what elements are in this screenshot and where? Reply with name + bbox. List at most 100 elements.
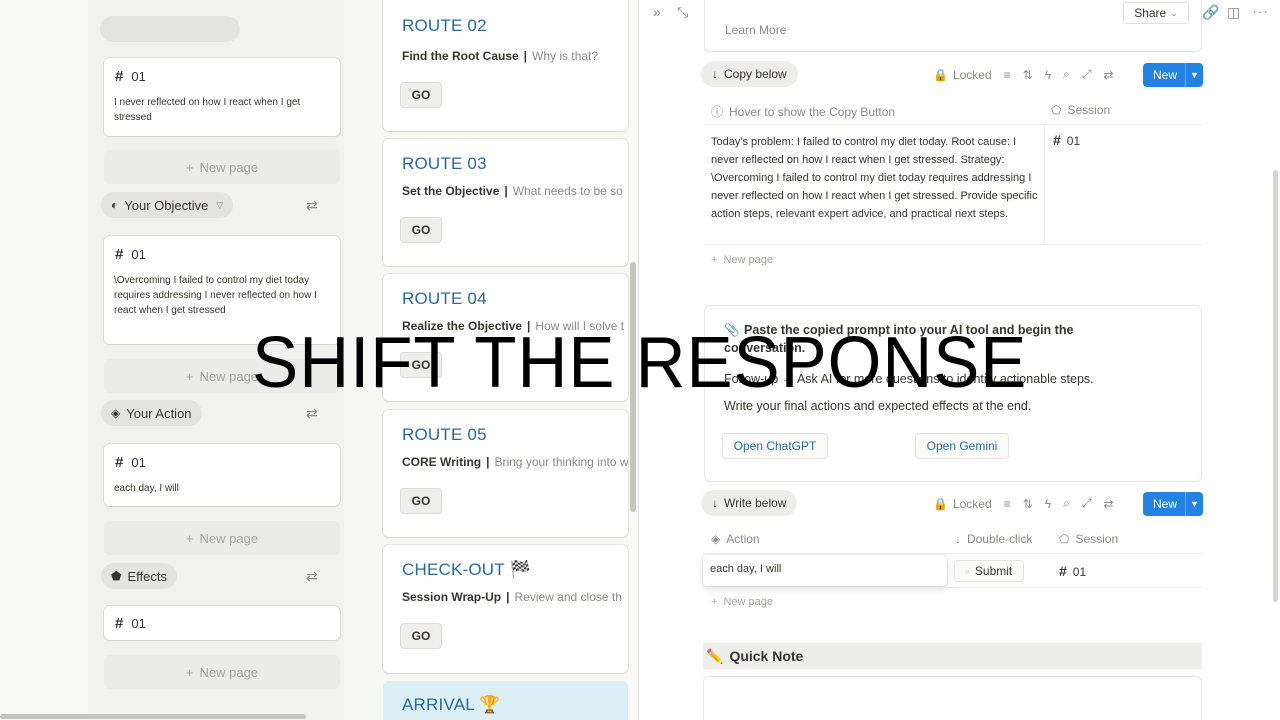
action-input[interactable]: each day, I will (703, 555, 947, 586)
column-header-session[interactable]: ⬠ Session (1059, 532, 1118, 546)
sort-icon[interactable]: ⇅ (1023, 497, 1033, 511)
route-title: ROUTE 02 (402, 16, 487, 35)
open-chatgpt-button[interactable]: Open ChatGPT (722, 433, 828, 459)
route-title: CHECK-OUT 🏁 (402, 560, 531, 579)
group-options-icon[interactable]: ⇄ (306, 568, 318, 585)
filter-icon[interactable]: ≡ (1004, 497, 1011, 511)
chevron-down-icon[interactable]: ▼ (1185, 63, 1203, 87)
new-button[interactable]: New ▼ (1143, 63, 1203, 87)
hash-icon: # (115, 68, 124, 85)
arrow-down-icon: ↓ (955, 532, 961, 546)
group-options-icon[interactable]: ⇄ (306, 405, 318, 422)
route-card-03[interactable]: ROUTE 03 Set the Objective | What needs to… (383, 139, 628, 266)
divider (703, 587, 1202, 588)
info-icon: ⓘ (711, 105, 724, 119)
route-title: ROUTE 04 (402, 289, 487, 308)
arrow-down-icon: ↓ (712, 496, 718, 510)
group-header-root-cause[interactable] (100, 16, 240, 42)
route-title: ROUTE 03 (402, 154, 487, 173)
quick-note-box[interactable] (703, 676, 1202, 720)
route-card-02[interactable]: ROUTE 02 Find the Root Cause | Why is that… (383, 0, 628, 131)
settings-icon[interactable]: ⇄ (1103, 497, 1113, 511)
search-icon[interactable]: ⌕ (1063, 67, 1070, 82)
new-page-button[interactable]: + New page (711, 596, 773, 608)
divider (703, 124, 1202, 125)
horizontal-scrollbar[interactable] (0, 714, 306, 719)
cursor-icon: ▫ (965, 566, 969, 576)
automation-icon[interactable]: ϟ (1045, 68, 1051, 82)
column-header-session[interactable]: ⬠ Session (1051, 103, 1110, 117)
route-subtitle: CORE Writing | Bring your thinking into w (402, 455, 628, 469)
card-action[interactable]: #01 each day, I will (104, 444, 340, 506)
go-button[interactable]: GO (400, 217, 442, 243)
group-header-action[interactable]: ◈ Your Action (101, 400, 202, 426)
pencil-icon: ✏️ (706, 647, 724, 664)
link-icon[interactable]: 🔗 (1202, 4, 1219, 21)
layout-icon[interactable]: ◫ (1227, 4, 1240, 21)
hash-icon: # (1059, 563, 1067, 579)
route-title: ROUTE 05 (402, 425, 487, 444)
column-header-action[interactable]: ◈ Action (711, 532, 760, 546)
plus-icon: + (185, 664, 194, 680)
prompt-cell[interactable]: Today's problem: I failed to control my … (711, 133, 1041, 223)
open-gemini-button[interactable]: Open Gemini (915, 433, 1009, 459)
settings-icon[interactable]: ⇄ (1103, 68, 1113, 82)
new-page-button[interactable]: + New page (711, 254, 773, 266)
new-button[interactable]: New ▼ (1143, 492, 1203, 516)
more-icon[interactable]: ··· (1252, 3, 1269, 19)
session-cell[interactable]: #01 (1053, 132, 1080, 148)
route-card-05[interactable]: ROUTE 05 CORE Writing | Bring your thinkin… (383, 410, 628, 537)
group-options-icon[interactable]: ⇄ (306, 197, 318, 214)
view-toolbar: 🔒 Locked ≡ ⇅ ϟ ⌕ ⤢ ⇄ (933, 496, 1114, 511)
go-button[interactable]: GO (400, 488, 442, 514)
hash-icon: # (115, 454, 124, 471)
route-card-check-out[interactable]: CHECK-OUT 🏁 Session Wrap-Up | Review and c… (383, 545, 628, 673)
arrow-down-icon: ↓ (712, 67, 718, 81)
locked-indicator[interactable]: 🔒 Locked (933, 497, 992, 511)
expand-icon[interactable]: ⤢ (1082, 496, 1092, 511)
route-subtitle: Set the Objective | What needs to be so (402, 184, 623, 198)
session-icon: ⬠ (1051, 103, 1062, 117)
quick-note-heading: ✏️ Quick Note (703, 643, 1202, 669)
learn-more-block: Learn More (704, 0, 1202, 52)
write-below-toggle[interactable]: ↓ Write below (701, 490, 798, 516)
go-button[interactable]: GO (400, 623, 442, 649)
learn-more-link[interactable]: Learn More (725, 23, 786, 37)
card-effects[interactable]: #01 (104, 606, 340, 640)
divider (703, 553, 1202, 554)
view-toolbar: 🔒 Locked ≡ ⇅ ϟ ⌕ ⤢ ⇄ (933, 67, 1114, 82)
copy-below-toggle[interactable]: ↓ Copy below (701, 61, 798, 87)
submit-button[interactable]: ▫ Submit (954, 560, 1024, 582)
action-icon: ◈ (711, 532, 721, 546)
column-header-double-click[interactable]: ↓ Double-click (955, 532, 1032, 546)
group-header-objective[interactable]: ◐ Your Objective ▽ (101, 192, 234, 218)
locked-indicator[interactable]: 🔒 Locked (933, 68, 992, 82)
card-root-cause[interactable]: #01 I never reflected on how I react whe… (104, 58, 340, 136)
chevron-down-icon[interactable]: ▼ (1185, 492, 1203, 516)
expand-icon[interactable]: ⤡ (677, 4, 688, 21)
route-title: ARRIVAL 🏆 (402, 695, 501, 714)
card-text: \Overcoming I failed to control my diet … (114, 275, 317, 316)
column-header-prompt[interactable]: ⓘ Hover to show the Copy Button (711, 103, 895, 120)
chevron-down-icon: ▽ (216, 199, 224, 210)
card-text: each day, I will (114, 483, 179, 494)
sort-icon[interactable]: ⇅ (1023, 68, 1033, 82)
go-button[interactable]: GO (400, 82, 442, 108)
automation-icon[interactable]: ϟ (1045, 497, 1051, 511)
new-page-button[interactable]: + New page (104, 521, 340, 555)
close-peek-icon[interactable]: » (653, 4, 661, 20)
hash-icon: # (115, 615, 124, 632)
search-icon[interactable]: ⌕ (1063, 496, 1070, 511)
session-cell[interactable]: #01 (1059, 563, 1086, 579)
filter-icon[interactable]: ≡ (1004, 68, 1011, 82)
new-page-button[interactable]: + New page (104, 150, 340, 184)
action-icon: ◈ (111, 406, 121, 420)
card-text: I never reflected on how I react when I … (114, 97, 301, 123)
new-page-button[interactable]: + New page (104, 655, 340, 689)
lock-icon: 🔒 (933, 67, 948, 82)
route-subtitle: Find the Root Cause | Why is that? (402, 49, 599, 63)
expand-icon[interactable]: ⤢ (1082, 67, 1092, 82)
video-caption: SHIFT THE RESPONSE (252, 323, 1028, 403)
route-card-arrival[interactable]: ARRIVAL 🏆 (383, 681, 628, 720)
group-header-effects[interactable]: ⬟ Effects (101, 563, 177, 589)
